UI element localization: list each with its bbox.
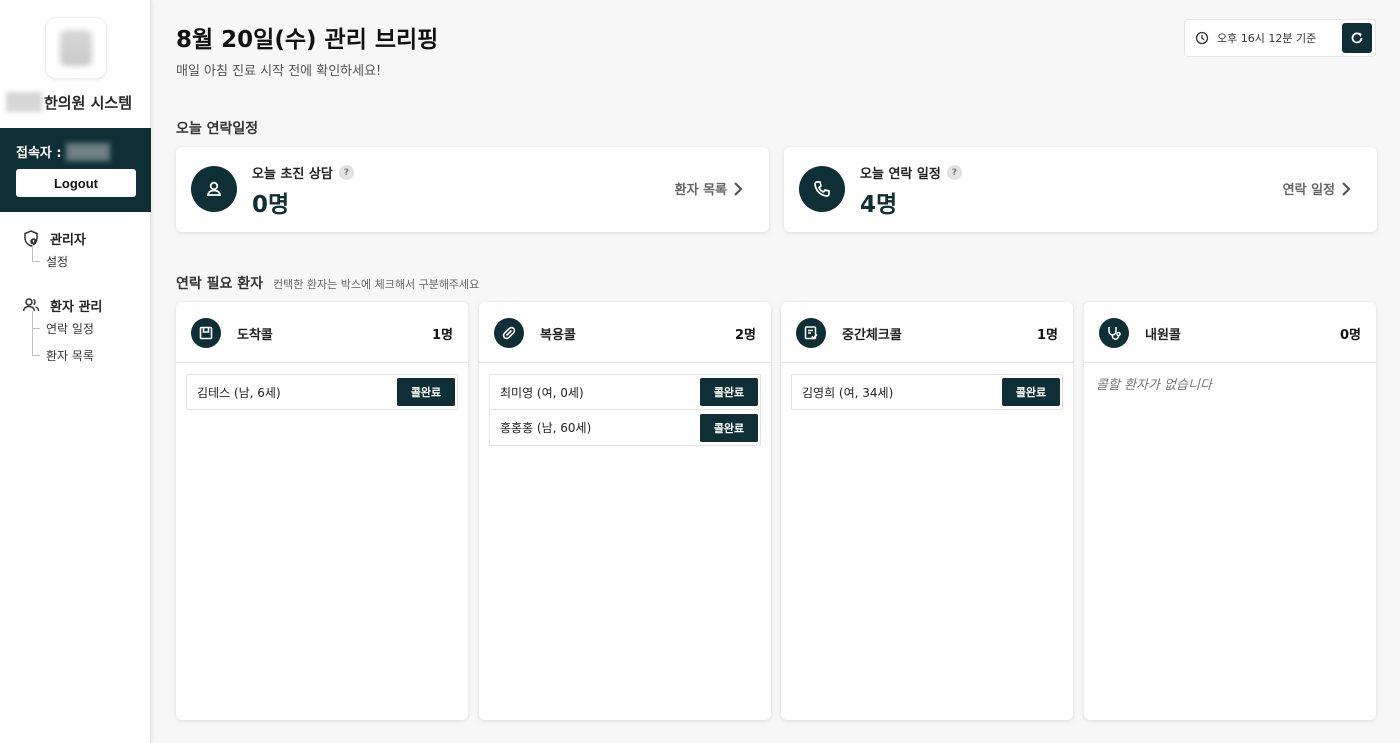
chevron-right-icon	[733, 181, 743, 197]
nav-label-admin: 관리자	[50, 232, 86, 248]
summary-label-text: 오늘 초진 상담	[252, 167, 333, 182]
contact-section-hint: 컨택한 환자는 박스에 체크해서 구분해주세요	[273, 278, 480, 291]
tree-line	[32, 311, 33, 355]
call-column-midcheck: 중간체크콜 1명 김영희 (여, 34세) 콜완료	[781, 302, 1073, 720]
time-label: 오후 16시 12분 기준	[1217, 32, 1317, 45]
contact-schedule-link[interactable]: 연락 일정	[1283, 179, 1351, 198]
column-count: 2명	[734, 328, 756, 343]
nav-item-patient-list[interactable]: 환자 목록	[31, 342, 102, 369]
nav-item-contact-schedule[interactable]: 연락 일정	[31, 315, 102, 342]
system-name-label: 한의원 시스템	[44, 93, 133, 112]
call-complete-button[interactable]: 콜완료	[1002, 378, 1060, 406]
user-name-blurred	[65, 142, 110, 161]
summary-label: 오늘 초진 상담?	[252, 163, 354, 182]
contact-section-label: 연락 필요 환자	[176, 276, 264, 292]
nav-group-admin: 관리자 설정	[22, 228, 86, 275]
column-header: 중간체크콜 1명	[781, 302, 1073, 363]
contact-section-title: 연락 필요 환자 컨택한 환자는 박스에 체크해서 구분해주세요	[176, 273, 479, 293]
column-header: 내원콜 0명	[1084, 302, 1376, 363]
patient-list: 콜할 환자가 없습니다	[1094, 374, 1366, 393]
nav-item-settings[interactable]: 설정	[32, 248, 86, 275]
column-header: 복용콜 2명	[479, 302, 771, 363]
nav-sub-admin: 설정	[32, 244, 86, 275]
summary-value: 4명	[860, 192, 898, 218]
nav-sub-patients: 연락 일정 환자 목록	[31, 311, 102, 369]
users-icon	[22, 296, 40, 314]
person-icon	[191, 166, 237, 212]
column-count: 1명	[1036, 328, 1058, 343]
nav-head-patients[interactable]: 환자 관리	[22, 295, 102, 315]
help-icon[interactable]: ?	[946, 165, 962, 180]
column-title: 도착콜	[237, 328, 273, 343]
call-column-visit: 내원콜 0명 콜할 환자가 없습니다	[1084, 302, 1376, 720]
column-header: 도착콜 1명	[176, 302, 468, 363]
patient-row[interactable]: 김영희 (여, 34세) 콜완료	[791, 374, 1063, 410]
tree-line	[32, 244, 33, 261]
patient-list: 김영희 (여, 34세) 콜완료	[791, 374, 1063, 410]
today-section-title: 오늘 연락일정	[176, 121, 259, 137]
call-column-medication: 복용콜 2명 최미영 (여, 0세) 콜완료 홍홍홍 (남, 60세) 콜완료	[479, 302, 771, 720]
logo-image-icon	[60, 30, 92, 66]
column-count: 1명	[431, 328, 453, 343]
summary-card-first-visit: 오늘 초진 상담? 0명 환자 목록	[176, 147, 769, 232]
refresh-icon	[1351, 32, 1363, 44]
call-complete-button[interactable]: 콜완료	[397, 378, 455, 406]
phone-icon	[799, 166, 845, 212]
empty-message: 콜할 환자가 없습니다	[1096, 378, 1212, 393]
link-label: 연락 일정	[1282, 183, 1335, 198]
chevron-right-icon	[1341, 181, 1351, 197]
column-title: 복용콜	[540, 328, 576, 343]
checklist-icon	[796, 318, 826, 348]
patient-name: 김영희 (여, 34세)	[802, 385, 894, 400]
sidebar: 한의원 시스템 접속자 : Logout 관리자 설정 환자 관리 연락 일정 …	[0, 0, 151, 743]
patient-name: 김테스 (남, 6세)	[197, 385, 281, 400]
shield-icon	[22, 229, 40, 247]
patient-row[interactable]: 홍홍홍 (남, 60세) 콜완료	[489, 410, 761, 446]
box-icon	[191, 318, 221, 348]
patient-name: 최미영 (여, 0세)	[500, 385, 584, 400]
patient-row[interactable]: 김테스 (남, 6세) 콜완료	[186, 374, 458, 410]
stethoscope-icon	[1099, 318, 1129, 348]
pill-icon	[494, 318, 524, 348]
time-indicator: 오후 16시 12분 기준	[1184, 19, 1376, 57]
patient-list: 김테스 (남, 6세) 콜완료	[186, 374, 458, 410]
link-label: 환자 목록	[674, 183, 727, 198]
patient-row[interactable]: 최미영 (여, 0세) 콜완료	[489, 374, 761, 410]
column-title: 내원콜	[1145, 328, 1181, 343]
patient-list-link[interactable]: 환자 목록	[675, 179, 743, 198]
column-title: 중간체크콜	[842, 328, 902, 343]
call-complete-button[interactable]: 콜완료	[700, 378, 758, 406]
summary-label: 오늘 연락 일정?	[860, 163, 962, 182]
call-complete-button[interactable]: 콜완료	[700, 413, 758, 442]
summary-value: 0명	[252, 192, 290, 218]
summary-card-contact-schedule: 오늘 연락 일정? 4명 연락 일정	[784, 147, 1377, 232]
clinic-name-blurred	[6, 92, 42, 112]
patient-list: 최미영 (여, 0세) 콜완료 홍홍홍 (남, 60세) 콜완료	[489, 374, 761, 446]
clinic-logo	[46, 18, 106, 78]
patient-name: 홍홍홍 (남, 60세)	[500, 421, 592, 435]
refresh-button[interactable]	[1342, 23, 1372, 53]
user-label: 접속자 :	[16, 146, 62, 161]
page-subtitle: 매일 아침 진료 시작 전에 확인하세요!	[176, 64, 382, 79]
summary-label-text: 오늘 연락 일정	[860, 167, 941, 182]
call-column-arrival: 도착콜 1명 김테스 (남, 6세) 콜완료	[176, 302, 468, 720]
page-title: 8월 20일(수) 관리 브리핑	[176, 27, 439, 53]
nav-label-patients: 환자 관리	[50, 299, 103, 315]
clock-icon	[1195, 31, 1209, 45]
help-icon[interactable]: ?	[338, 165, 354, 180]
system-name: 한의원 시스템	[4, 91, 151, 113]
nav-group-patients: 환자 관리 연락 일정 환자 목록	[22, 295, 102, 369]
user-panel: 접속자 : Logout	[0, 128, 151, 212]
column-count: 0명	[1339, 328, 1361, 343]
logout-button[interactable]: Logout	[16, 169, 136, 197]
